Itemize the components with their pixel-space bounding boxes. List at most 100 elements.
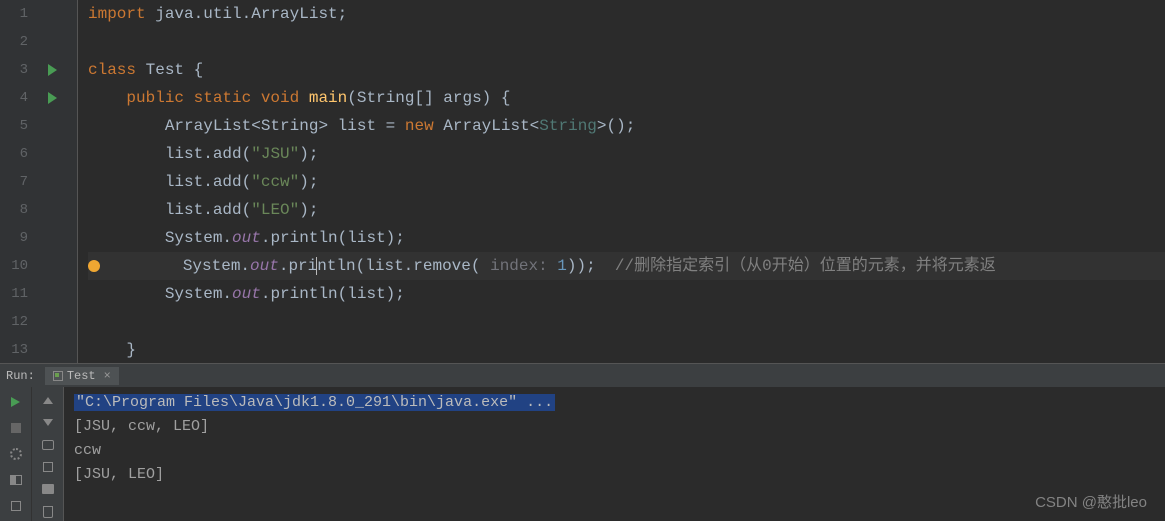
gutter-row[interactable]: 10	[0, 252, 77, 280]
token-kw: new	[405, 117, 443, 135]
token-cls: {	[194, 61, 204, 79]
code-area[interactable]: import java.util.ArrayList;class Test { …	[78, 0, 1165, 363]
token-cls: ));	[567, 257, 615, 275]
trash-icon	[43, 506, 53, 518]
run-tab[interactable]: Test ×	[45, 367, 119, 385]
code-line[interactable]	[88, 28, 1165, 56]
token-cls: System.	[183, 257, 250, 275]
token-cls: .pri	[279, 257, 317, 275]
trash-button[interactable]	[36, 503, 60, 521]
gutter-row[interactable]: 5	[0, 112, 77, 140]
line-number: 2	[0, 34, 34, 50]
console-line: ccw	[74, 439, 1155, 463]
token-fld: out	[232, 285, 261, 303]
code-line[interactable]: }	[88, 336, 1165, 364]
code-line[interactable]: ArrayList<String> list = new ArrayList<S…	[88, 112, 1165, 140]
token-cls: Test	[146, 61, 194, 79]
token-cls: System.	[165, 285, 232, 303]
console-cmd: "C:\Program Files\Java\jdk1.8.0_291\bin\…	[74, 391, 1155, 415]
code-line[interactable]: list.add("LEO");	[88, 196, 1165, 224]
line-number: 5	[0, 118, 34, 134]
gutter-row[interactable]: 11	[0, 280, 77, 308]
code-line[interactable]: System.out.println(list);	[88, 280, 1165, 308]
console-line: [JSU, LEO]	[74, 463, 1155, 487]
arrow-up-icon	[43, 397, 53, 404]
run-panel: Run: Test × "C:\Program Files\Java\jdk1.…	[0, 363, 1165, 520]
token-cls: );	[299, 201, 318, 219]
token-fld: out	[250, 257, 279, 275]
code-line[interactable]: System.out.println(list);	[88, 224, 1165, 252]
gutter-row[interactable]: 6	[0, 140, 77, 168]
gutter-row[interactable]: 1	[0, 0, 77, 28]
application-icon	[53, 371, 63, 381]
gutter-row[interactable]: 9	[0, 224, 77, 252]
stop-button[interactable]	[4, 417, 28, 439]
token-cls: }	[126, 341, 136, 359]
code-line[interactable]: import java.util.ArrayList;	[88, 0, 1165, 28]
token-str: "ccw"	[251, 173, 299, 191]
gutter-row[interactable]: 8	[0, 196, 77, 224]
print-button[interactable]	[36, 480, 60, 498]
pin-button[interactable]	[4, 495, 28, 517]
close-icon[interactable]: ×	[104, 369, 111, 383]
wrap-button[interactable]	[36, 436, 60, 454]
token-cls: list.add(	[165, 173, 251, 191]
settings-button[interactable]	[4, 443, 28, 465]
export-button[interactable]	[36, 458, 60, 476]
token-cmt: //删除指定索引（从0开始）位置的元素，并将元素返	[615, 257, 996, 275]
line-number: 8	[0, 202, 34, 218]
rerun-button[interactable]	[4, 391, 28, 413]
line-number: 13	[0, 342, 34, 358]
token-str: "JSU"	[251, 145, 299, 163]
gutter-row[interactable]: 7	[0, 168, 77, 196]
gutter-row[interactable]: 12	[0, 308, 77, 336]
line-number: 12	[0, 314, 34, 330]
bulb-icon[interactable]	[88, 260, 100, 272]
run-gutter-icon[interactable]	[48, 64, 57, 76]
scroll-up-button[interactable]	[36, 391, 60, 409]
gutter-row[interactable]: 13	[0, 336, 77, 364]
token-cls: );	[299, 173, 318, 191]
run-toolbar-left	[0, 387, 32, 521]
code-line[interactable]: list.add("JSU");	[88, 140, 1165, 168]
line-number: 9	[0, 230, 34, 246]
token-num: 1	[557, 257, 567, 275]
gutter-row[interactable]: 4	[0, 84, 77, 112]
run-toolbar-right	[32, 387, 64, 521]
watermark: CSDN @憨批leo	[1035, 491, 1147, 512]
code-line[interactable]: class Test {	[88, 56, 1165, 84]
code-line[interactable]: System.out.println(list.remove( index: 1…	[88, 252, 1165, 280]
line-number: 11	[0, 286, 34, 302]
layout-button[interactable]	[4, 469, 28, 491]
scroll-down-button[interactable]	[36, 413, 60, 431]
token-fld: out	[232, 229, 261, 247]
token-cls: .println(list);	[261, 285, 405, 303]
gutter-row[interactable]: 3	[0, 56, 77, 84]
run-label: Run:	[6, 369, 35, 383]
gutter-row[interactable]: 2	[0, 28, 77, 56]
run-gutter-icon[interactable]	[48, 92, 57, 104]
token-cls: list.add(	[165, 145, 251, 163]
editor-area: 12345678910111213 import java.util.Array…	[0, 0, 1165, 363]
console-output[interactable]: "C:\Program Files\Java\jdk1.8.0_291\bin\…	[64, 387, 1165, 521]
token-kw: class	[88, 61, 146, 79]
export-icon	[43, 462, 53, 472]
wrap-icon	[42, 440, 54, 450]
token-cls: list.add(	[165, 201, 251, 219]
line-number: 4	[0, 90, 34, 106]
token-cls: java.util.ArrayList;	[155, 5, 347, 23]
code-line[interactable]: list.add("ccw");	[88, 168, 1165, 196]
token-type: String	[539, 117, 597, 135]
print-icon	[42, 484, 54, 494]
token-cls: System.	[165, 229, 232, 247]
token-cls: >();	[597, 117, 635, 135]
token-str: "LEO"	[251, 201, 299, 219]
line-number: 6	[0, 146, 34, 162]
token-cls: ArrayList<	[443, 117, 539, 135]
line-number: 1	[0, 6, 34, 22]
line-number: 3	[0, 62, 34, 78]
code-line[interactable]	[88, 308, 1165, 336]
run-body: "C:\Program Files\Java\jdk1.8.0_291\bin\…	[0, 387, 1165, 521]
code-line[interactable]: public static void main(String[] args) {	[88, 84, 1165, 112]
line-number: 10	[0, 258, 34, 274]
